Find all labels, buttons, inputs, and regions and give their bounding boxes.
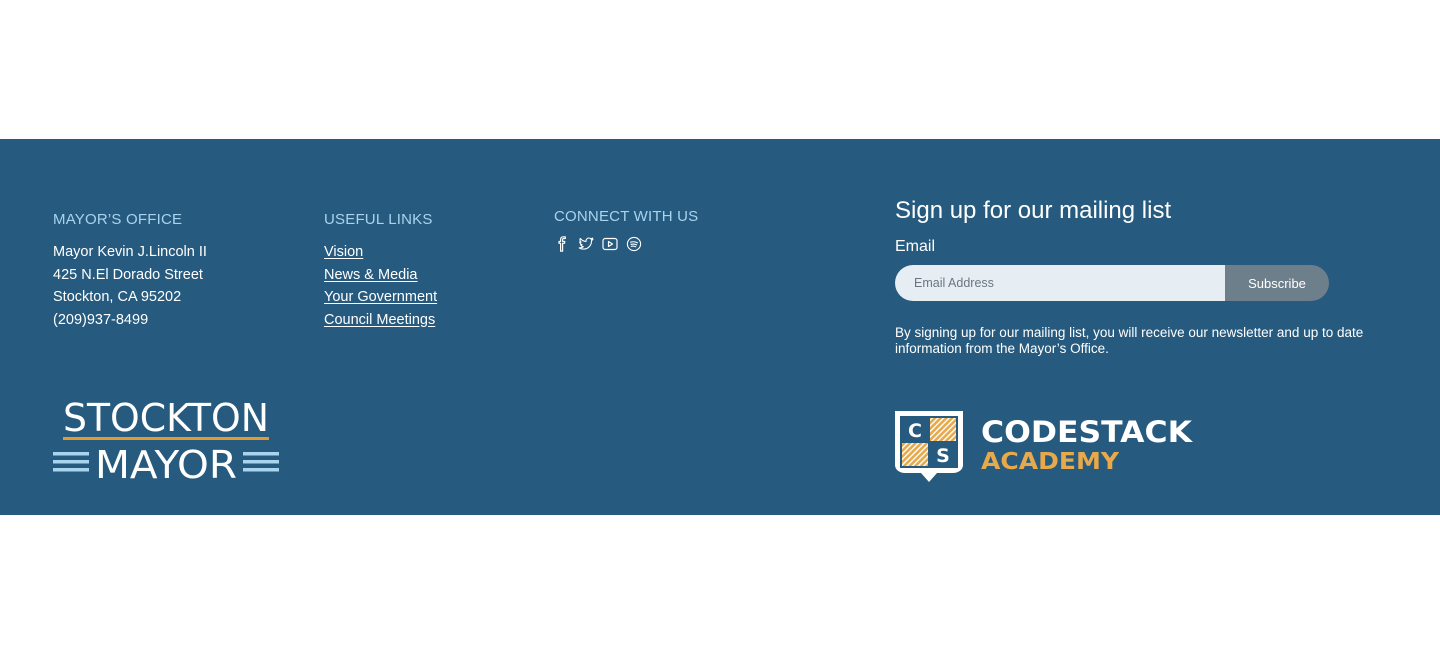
office-city: Stockton, CA 95202 xyxy=(53,289,182,305)
signup-title: Sign up for our mailing list xyxy=(895,197,1172,224)
email-input[interactable] xyxy=(895,265,1225,301)
link-news-media[interactable]: News & Media xyxy=(324,264,437,287)
stockton-mayor-logo: STOCKTON MAYOR xyxy=(53,399,279,483)
spotify-icon[interactable] xyxy=(626,236,642,252)
social-icons xyxy=(554,236,698,252)
connect-heading: CONNECT WITH US xyxy=(554,208,699,225)
office-street: 425 N.El Dorado Street xyxy=(53,266,203,283)
connect-column: CONNECT WITH US xyxy=(554,208,698,252)
mayor-wordmark: MAYOR xyxy=(95,443,237,483)
subscribe-button[interactable]: Subscribe xyxy=(1225,265,1329,301)
site-footer: MAYOR’S OFFICE Mayor Kevin J.Lincoln II … xyxy=(0,139,1440,515)
useful-links-heading: USEFUL LINKS xyxy=(324,211,433,228)
subscribe-form: Subscribe xyxy=(895,265,1395,301)
link-council-meetings[interactable]: Council Meetings xyxy=(324,309,437,332)
link-your-government[interactable]: Your Government xyxy=(324,286,437,309)
twitter-icon[interactable] xyxy=(578,236,594,252)
academy-wordmark: ACADEMY xyxy=(981,449,1119,475)
email-label: Email xyxy=(895,238,936,255)
office-name: Mayor Kevin J.Lincoln II xyxy=(53,244,207,260)
crest-letter-c: C xyxy=(908,420,922,442)
office-phone: (209)937-8499 xyxy=(53,311,149,328)
useful-links-column: USEFUL LINKS Vision News & Media Your Go… xyxy=(324,211,437,331)
mailing-list-signup: Sign up for our mailing list Email Subsc… xyxy=(895,197,1395,357)
codestack-wordmark: CODESTACK xyxy=(981,415,1194,449)
logo-orange-rule xyxy=(63,437,269,440)
codestack-academy-logo: C S CODESTACK ACADEMY xyxy=(895,411,1194,482)
crest-letter-s: S xyxy=(936,445,950,467)
facebook-icon[interactable] xyxy=(554,236,570,252)
youtube-icon[interactable] xyxy=(602,236,618,252)
mayors-office-heading: MAYOR’S OFFICE xyxy=(53,211,183,228)
link-vision[interactable]: Vision xyxy=(324,241,437,264)
mayors-office-column: MAYOR’S OFFICE Mayor Kevin J.Lincoln II … xyxy=(53,211,207,331)
signup-note: By signing up for our mailing list, you … xyxy=(895,325,1364,356)
stockton-wordmark: STOCKTON xyxy=(63,399,269,440)
